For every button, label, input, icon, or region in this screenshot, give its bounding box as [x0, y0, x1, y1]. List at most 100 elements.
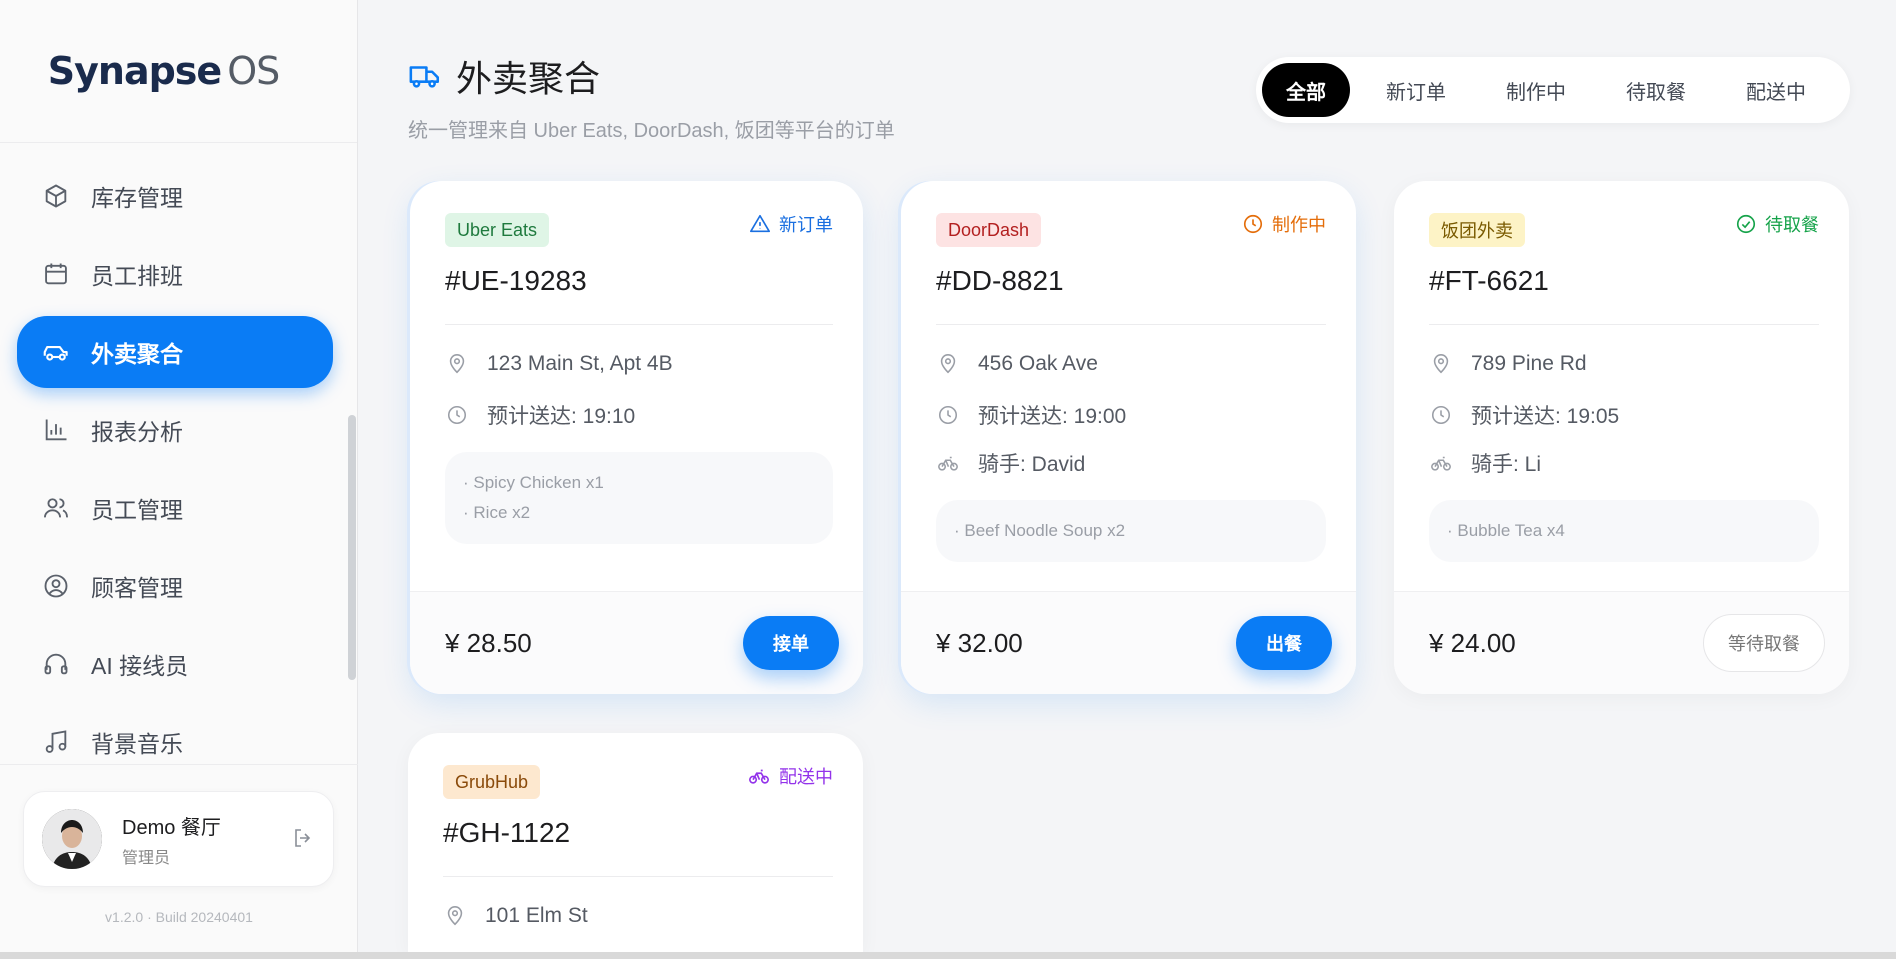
address-text: 101 Elm St — [485, 904, 588, 927]
calendar-icon — [41, 259, 71, 289]
tab-new[interactable]: 新订单 — [1362, 63, 1470, 117]
divider — [443, 876, 833, 877]
order-items: · Spicy Chicken x1 · Rice x2 — [445, 452, 833, 544]
order-item: · Rice x2 — [463, 503, 531, 522]
bike-icon — [747, 765, 771, 787]
sidebar-item-customers[interactable]: 顾客管理 — [17, 550, 333, 622]
tab-delivering[interactable]: 配送中 — [1722, 63, 1830, 117]
sidebar-item-delivery[interactable]: 外卖聚合 — [17, 316, 333, 388]
sidebar-item-label: 员工管理 — [91, 497, 183, 523]
rider-text: 骑手: Li — [1471, 453, 1542, 476]
status-label: 待取餐 — [1765, 215, 1819, 235]
eta-row: 预计送达: 19:10 — [445, 400, 635, 430]
order-item: · Bubble Tea x4 — [1447, 521, 1565, 540]
clock-icon — [1242, 213, 1264, 235]
status-label: 制作中 — [1272, 215, 1326, 235]
sidebar-item-label: 背景音乐 — [91, 731, 183, 757]
logo[interactable]: Synapse OS — [0, 0, 357, 143]
waiting-pickup-button[interactable]: 等待取餐 — [1703, 614, 1825, 672]
tab-all[interactable]: 全部 — [1262, 63, 1350, 117]
window-bottom-edge — [0, 952, 1896, 959]
sidebar-scrollbar[interactable] — [348, 415, 356, 680]
sidebar-nav: 库存管理 员工排班 外卖聚合 报表分析 员工管理 顾客管理 AI 接线员 背景音… — [17, 160, 333, 784]
map-pin-icon — [936, 353, 960, 375]
brand-suffix: OS — [227, 49, 280, 93]
eta-row: 预计送达: 19:05 — [1429, 400, 1619, 430]
sidebar-item-label: 报表分析 — [91, 419, 183, 445]
bar-chart-icon — [41, 415, 71, 445]
address-row: 101 Elm St — [443, 904, 588, 928]
order-number: #GH-1122 — [443, 817, 571, 848]
order-card[interactable]: 饭团外卖 待取餐 #FT-6621 789 Pine Rd 预计送达: 19:0… — [1394, 181, 1849, 694]
status-label: 新订单 — [779, 215, 833, 235]
sidebar-item-label: 顾客管理 — [91, 575, 183, 601]
status-filter-tabs: 全部 新订单 制作中 待取餐 配送中 — [1256, 57, 1850, 123]
ready-order-button[interactable]: 出餐 — [1236, 616, 1332, 670]
sidebar-item-inventory[interactable]: 库存管理 — [17, 160, 333, 232]
card-footer: ¥ 28.50 接单 — [410, 591, 863, 694]
order-card[interactable]: Uber Eats 新订单 #UE-19283 123 Main St, Apt… — [410, 181, 863, 694]
eta-text: 预计送达: 19:00 — [978, 405, 1127, 428]
users-icon — [41, 493, 71, 523]
card-footer: ¥ 32.00 出餐 — [901, 591, 1356, 694]
divider — [936, 324, 1326, 325]
bike-icon — [936, 452, 960, 474]
brand-name: Synapse — [47, 49, 222, 93]
sidebar-item-label: 库存管理 — [91, 185, 183, 211]
logout-icon[interactable] — [291, 826, 315, 855]
tab-ready[interactable]: 待取餐 — [1602, 63, 1710, 117]
order-price: ¥ 24.00 — [1429, 627, 1516, 658]
sidebar: SynapseOS 库存管理 员工排班 外卖聚合 报表分析 员工管理 顾客管理 — [0, 0, 358, 952]
page-title: 外卖聚合 — [408, 50, 895, 102]
status-badge: 待取餐 — [1735, 211, 1819, 237]
map-pin-icon — [1429, 353, 1453, 375]
order-number: #UE-19283 — [445, 265, 587, 296]
address-text: 456 Oak Ave — [978, 352, 1098, 375]
avatar — [42, 809, 102, 869]
eta-row: 预计送达: 19:00 — [936, 400, 1126, 430]
rider-text: 骑手: David — [978, 453, 1086, 476]
headphones-icon — [41, 649, 71, 679]
card-footer: ¥ 24.00 等待取餐 — [1394, 591, 1849, 694]
user-card[interactable]: Demo 餐厅 管理员 — [23, 791, 334, 887]
rider-row: 骑手: Li — [1429, 448, 1541, 478]
address-row: 456 Oak Ave — [936, 352, 1098, 376]
address-text: 789 Pine Rd — [1471, 352, 1587, 375]
box-icon — [41, 181, 71, 211]
sidebar-footer: Demo 餐厅 管理员 v1.2.0 · Build 20240401 — [0, 764, 358, 952]
accept-order-button[interactable]: 接单 — [743, 616, 839, 670]
map-pin-icon — [443, 905, 467, 927]
order-card[interactable]: GrubHub 配送中 #GH-1122 101 Elm St — [408, 733, 863, 952]
check-circle-icon — [1735, 213, 1757, 235]
rider-row: 骑手: David — [936, 448, 1085, 478]
status-badge: 配送中 — [747, 763, 833, 789]
map-pin-icon — [445, 353, 469, 375]
status-badge: 新订单 — [749, 211, 833, 237]
status-label: 配送中 — [779, 767, 833, 787]
platform-badge: 饭团外卖 — [1429, 213, 1525, 247]
order-price: ¥ 28.50 — [445, 627, 532, 658]
music-icon — [41, 727, 71, 757]
bike-icon — [1429, 452, 1453, 474]
sidebar-item-ai-operator[interactable]: AI 接线员 — [17, 628, 333, 700]
order-items: · Bubble Tea x4 — [1429, 500, 1819, 562]
sidebar-item-label: 员工排班 — [91, 263, 183, 289]
tab-preparing[interactable]: 制作中 — [1482, 63, 1590, 117]
clock-icon — [445, 404, 469, 426]
order-card[interactable]: DoorDash 制作中 #DD-8821 456 Oak Ave 预计送达: … — [901, 181, 1356, 694]
version-label: v1.2.0 · Build 20240401 — [105, 909, 253, 925]
sidebar-item-staff[interactable]: 员工管理 — [17, 472, 333, 544]
platform-badge: GrubHub — [443, 765, 541, 799]
user-name: Demo 餐厅 — [122, 816, 221, 839]
sidebar-item-scheduling[interactable]: 员工排班 — [17, 238, 333, 310]
user-circle-icon — [41, 571, 71, 601]
order-item: · Spicy Chicken x1 — [463, 473, 604, 492]
car-icon — [41, 337, 71, 367]
alert-triangle-icon — [749, 213, 771, 235]
page-header: 外卖聚合 统一管理来自 Uber Eats, DoorDash, 饭团等平台的订… — [408, 50, 895, 143]
eta-text: 预计送达: 19:10 — [487, 405, 636, 428]
order-item: · Beef Noodle Soup x2 — [954, 521, 1126, 540]
truck-icon — [408, 59, 442, 93]
page-title-text: 外卖聚合 — [456, 58, 601, 99]
sidebar-item-reports[interactable]: 报表分析 — [17, 394, 333, 466]
